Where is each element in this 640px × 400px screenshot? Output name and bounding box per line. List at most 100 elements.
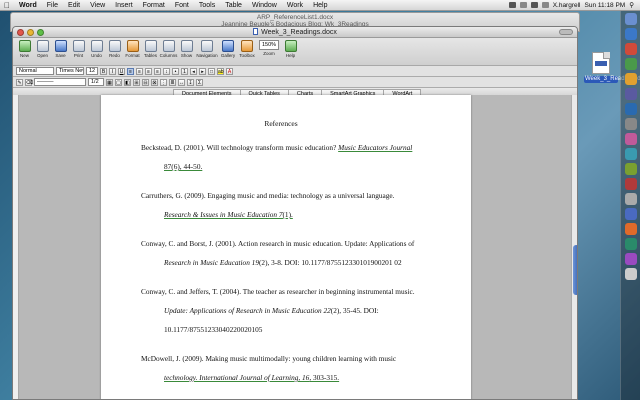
title-bar[interactable]: Week_3_Readings.docx bbox=[13, 27, 577, 38]
menu-tools[interactable]: Tools bbox=[194, 0, 220, 11]
undo-button[interactable]: Undo bbox=[88, 40, 105, 58]
zoom-field[interactable]: 150% bbox=[259, 40, 279, 50]
sum-icon[interactable]: Σ bbox=[196, 78, 203, 86]
word-icon[interactable] bbox=[624, 103, 637, 115]
columns-button[interactable]: Columns bbox=[160, 40, 177, 58]
menu-edit[interactable]: Edit bbox=[63, 0, 85, 11]
app-icon[interactable] bbox=[624, 118, 637, 130]
line-style-select[interactable]: ——— bbox=[34, 78, 86, 86]
split-cells-icon[interactable]: ⊠ bbox=[151, 78, 158, 86]
volume-icon[interactable] bbox=[530, 2, 538, 8]
app-icon[interactable] bbox=[624, 73, 637, 85]
menu-view[interactable]: View bbox=[85, 0, 110, 11]
app-icon[interactable] bbox=[624, 178, 637, 190]
align-left-button[interactable]: ≡ bbox=[127, 67, 134, 75]
align-center-button[interactable]: ≡ bbox=[136, 67, 143, 75]
app-icon[interactable] bbox=[624, 253, 637, 265]
underline-button[interactable]: U bbox=[118, 67, 125, 75]
menu-window[interactable]: Window bbox=[247, 0, 282, 11]
app-icon[interactable] bbox=[624, 88, 637, 100]
menu-table[interactable]: Table bbox=[220, 0, 247, 11]
sort-icon[interactable]: ↧ bbox=[187, 78, 194, 86]
line-spacing-button[interactable]: ↕ bbox=[163, 67, 170, 75]
user-name[interactable]: X.hargrell bbox=[553, 0, 581, 11]
highlight-button[interactable]: ab bbox=[217, 67, 224, 75]
finder-icon[interactable] bbox=[624, 13, 637, 25]
document-page[interactable]: References Beckstead, D. (2001). Will te… bbox=[101, 95, 471, 399]
merge-cells-icon[interactable]: ⊟ bbox=[142, 78, 149, 86]
save-button[interactable]: Save bbox=[52, 40, 69, 58]
toolbar-toggle-icon[interactable] bbox=[559, 29, 573, 35]
border-color-icon[interactable]: ▦ bbox=[106, 78, 113, 86]
app-icon[interactable] bbox=[624, 223, 637, 235]
show-button[interactable]: Show bbox=[178, 40, 195, 58]
borders-button[interactable]: □ bbox=[208, 67, 215, 75]
spotlight-icon[interactable]: ⚲ bbox=[629, 0, 634, 11]
vertical-ruler[interactable] bbox=[13, 95, 19, 399]
app-icon[interactable] bbox=[624, 43, 637, 55]
open-button[interactable]: Open bbox=[34, 40, 51, 58]
battery-icon[interactable] bbox=[541, 2, 549, 8]
app-icon[interactable] bbox=[624, 193, 637, 205]
font-select[interactable]: Times New... bbox=[56, 67, 84, 75]
font-size-select[interactable]: 12 bbox=[86, 67, 98, 75]
document-window: Week_3_Readings.docx New Open Save Print… bbox=[12, 26, 578, 400]
close-icon[interactable] bbox=[17, 29, 24, 36]
menu-help[interactable]: Help bbox=[308, 0, 332, 11]
help-button[interactable]: Help bbox=[282, 40, 299, 58]
bluetooth-icon[interactable] bbox=[508, 2, 516, 8]
minimize-icon[interactable] bbox=[27, 29, 34, 36]
format-button[interactable]: Format bbox=[124, 40, 141, 58]
draw-table-icon[interactable]: ✎ bbox=[16, 78, 23, 86]
app-icon[interactable] bbox=[624, 238, 637, 250]
clock[interactable]: Sun 11:18 PM bbox=[585, 0, 626, 11]
line-weight-select[interactable]: 1/2 bbox=[88, 78, 104, 86]
safari-icon[interactable] bbox=[624, 28, 637, 40]
app-icon[interactable] bbox=[624, 58, 637, 70]
zoom-control[interactable]: 150% Zoom bbox=[257, 40, 281, 56]
toolbox-button[interactable]: Toolbox bbox=[238, 40, 256, 58]
decrease-indent-button[interactable]: ◂ bbox=[190, 67, 197, 75]
menu-format[interactable]: Format bbox=[138, 0, 170, 11]
align-cell-icon[interactable]: ⋮ bbox=[160, 78, 167, 86]
apple-icon[interactable]:  bbox=[0, 0, 14, 11]
gallery-button[interactable]: Gallery bbox=[219, 40, 237, 58]
borders-table-icon[interactable]: ▢ bbox=[115, 78, 122, 86]
style-select[interactable]: Normal bbox=[16, 67, 54, 75]
autofit-icon[interactable]: ↔ bbox=[178, 78, 185, 86]
vertical-scrollbar[interactable] bbox=[571, 95, 577, 399]
align-right-button[interactable]: ≡ bbox=[145, 67, 152, 75]
bullets-button[interactable]: • bbox=[172, 67, 179, 75]
font-color-button[interactable]: A bbox=[226, 67, 233, 75]
wifi-icon[interactable] bbox=[519, 2, 527, 8]
app-icon[interactable] bbox=[624, 148, 637, 160]
desktop-file[interactable]: Week_3_Readings.docx bbox=[584, 52, 640, 83]
menu-word[interactable]: Word bbox=[14, 0, 42, 11]
shading-icon[interactable]: ◧ bbox=[124, 78, 131, 86]
tables-button[interactable]: Tables bbox=[142, 40, 159, 58]
trash-icon[interactable] bbox=[624, 268, 637, 280]
eraser-icon[interactable]: ⌫ bbox=[25, 78, 33, 86]
justify-button[interactable]: ≡ bbox=[154, 67, 161, 75]
distribute-rows-icon[interactable]: ≣ bbox=[169, 78, 176, 86]
bold-button[interactable]: B bbox=[100, 67, 107, 75]
insert-table-icon[interactable]: ⊞ bbox=[133, 78, 140, 86]
reference-item: Conway, C. and Jeffers, T. (2004). The t… bbox=[141, 287, 415, 334]
menu-font[interactable]: Font bbox=[170, 0, 194, 11]
menu-insert[interactable]: Insert bbox=[110, 0, 138, 11]
redo-button[interactable]: Redo bbox=[106, 40, 123, 58]
menu-file[interactable]: File bbox=[42, 0, 63, 11]
navigation-button[interactable]: Navigation bbox=[196, 40, 218, 58]
print-button[interactable]: Print bbox=[70, 40, 87, 58]
app-icon[interactable] bbox=[624, 208, 637, 220]
app-icon[interactable] bbox=[624, 133, 637, 145]
numbering-button[interactable]: 1 bbox=[181, 67, 188, 75]
new-button[interactable]: New bbox=[16, 40, 33, 58]
italic-button[interactable]: I bbox=[109, 67, 116, 75]
zoom-icon[interactable] bbox=[37, 29, 44, 36]
scroll-thumb[interactable] bbox=[573, 245, 577, 295]
app-icon[interactable] bbox=[624, 163, 637, 175]
increase-indent-button[interactable]: ▸ bbox=[199, 67, 206, 75]
menu-work[interactable]: Work bbox=[282, 0, 308, 11]
window-title: Week_3_Readings.docx bbox=[261, 29, 337, 36]
